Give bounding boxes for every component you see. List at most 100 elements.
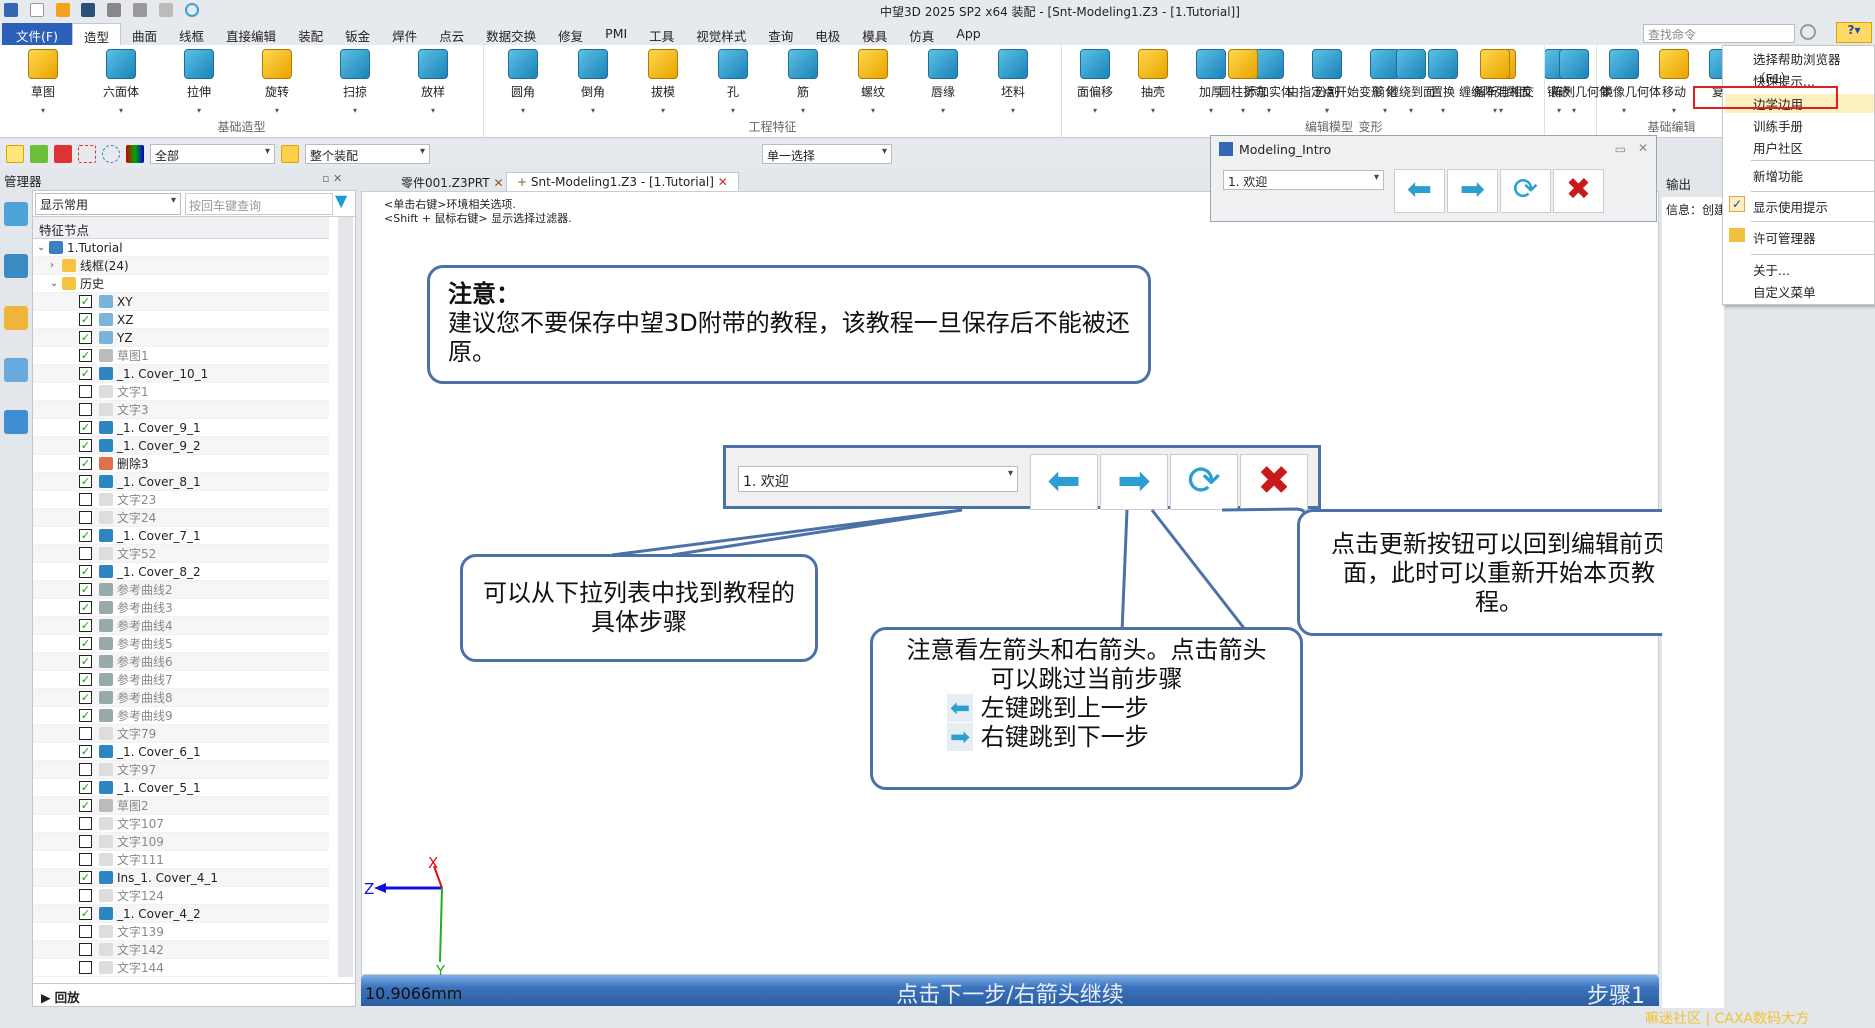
visibility-checkbox[interactable]: ✓: [79, 295, 92, 308]
menu-tab[interactable]: 点云: [428, 23, 475, 45]
ribbon-button[interactable]: 阵列几何体 ▾: [1551, 49, 1611, 115]
menu-tab[interactable]: 修复: [547, 23, 594, 45]
visibility-checkbox[interactable]: [79, 961, 92, 974]
visibility-checkbox[interactable]: ✓: [79, 619, 92, 632]
ribbon-button[interactable]: 移动 ▾: [1651, 49, 1697, 115]
show-filter-select[interactable]: 显示常用: [35, 193, 181, 215]
3d-viewport[interactable]: <单击右键>环境相关选项. <Shift + 鼠标右键> 显示选择过滤器. 注意…: [361, 191, 1701, 976]
tree-row[interactable]: 文字3: [33, 401, 329, 419]
menu-tab[interactable]: 工具: [638, 23, 685, 45]
tree-row[interactable]: ✓ _1. Cover_7_1: [33, 527, 329, 545]
tree-row[interactable]: 文字139: [33, 923, 329, 941]
ribbon-button[interactable]: 抽壳 ▾: [1126, 49, 1180, 115]
dropdown-arrow-icon[interactable]: ▾: [1068, 106, 1122, 115]
visibility-checkbox[interactable]: ✓: [79, 439, 92, 452]
visibility-checkbox[interactable]: [79, 925, 92, 938]
dropdown-arrow-icon[interactable]: ▾: [1601, 106, 1647, 115]
menu-tab[interactable]: 仿真: [898, 23, 945, 45]
menu-tab[interactable]: 造型: [72, 23, 122, 45]
comment-icon[interactable]: ▭: [1615, 142, 1626, 156]
part-icon[interactable]: [4, 306, 28, 330]
history-icon[interactable]: [4, 254, 28, 278]
ribbon-button[interactable]: 圆角 ▾: [490, 49, 556, 115]
tree-row[interactable]: ✓ 删除3: [33, 455, 329, 473]
dropdown-arrow-icon[interactable]: ▾: [1651, 106, 1697, 115]
save-icon[interactable]: [81, 3, 96, 17]
dropdown-arrow-icon[interactable]: ▾: [1371, 106, 1451, 115]
ribbon-button[interactable]: 倒角 ▾: [560, 49, 626, 115]
menu-tab[interactable]: App: [945, 23, 991, 45]
box-select-icon[interactable]: [78, 145, 96, 163]
user-icon[interactable]: [4, 410, 28, 434]
help-menu-item[interactable]: 显示使用提示: [1753, 197, 1828, 216]
ribbon-button[interactable]: 坯料 ▾: [980, 49, 1046, 115]
tree-row[interactable]: ✓ _1. Cover_8_1: [33, 473, 329, 491]
tree-row[interactable]: ✓ _1. Cover_9_1: [33, 419, 329, 437]
dropdown-arrow-icon[interactable]: ▾: [396, 106, 470, 115]
refresh-icon[interactable]: [184, 3, 199, 17]
ribbon-button[interactable]: 旋转 ▾: [240, 49, 314, 115]
expand-toggle-icon[interactable]: ⌄: [50, 278, 58, 289]
ribbon-button[interactable]: 拉伸 ▾: [162, 49, 236, 115]
menu-tab[interactable]: 钣金: [334, 23, 381, 45]
ribbon-button[interactable]: 螺纹 ▾: [840, 49, 906, 115]
dropdown-arrow-icon[interactable]: ▾: [770, 106, 836, 115]
filter-icon[interactable]: [126, 145, 144, 163]
menu-tab[interactable]: 视觉样式: [685, 23, 757, 45]
visibility-checkbox[interactable]: ✓: [79, 691, 92, 704]
dropdown-arrow-icon[interactable]: ▾: [318, 106, 392, 115]
tree-row[interactable]: ✓ _1. Cover_9_2: [33, 437, 329, 455]
visibility-checkbox[interactable]: [79, 493, 92, 506]
menu-tab[interactable]: 电极: [804, 23, 851, 45]
tree-row[interactable]: ✓ _1. Cover_5_1: [33, 779, 329, 797]
tree-row[interactable]: ✓ 草图2: [33, 797, 329, 815]
dropdown-arrow-icon[interactable]: ▾: [700, 106, 766, 115]
dropdown-arrow-icon[interactable]: ▾: [240, 106, 314, 115]
visibility-checkbox[interactable]: ✓: [79, 475, 92, 488]
tree-row[interactable]: ✓ _1. Cover_10_1: [33, 365, 329, 383]
ribbon-button[interactable]: 缠绕阵列到面 ▾: [1455, 49, 1535, 115]
ribbon-button[interactable]: 面偏移 ▾: [1068, 49, 1122, 115]
help-menu-item[interactable]: 用户社区: [1753, 138, 1803, 157]
redo-icon[interactable]: [158, 3, 173, 17]
expand-toggle-icon[interactable]: ⌄: [37, 242, 45, 253]
open-icon[interactable]: [55, 3, 70, 17]
visibility-checkbox[interactable]: ✓: [79, 871, 92, 884]
tree-row[interactable]: 文字52: [33, 545, 329, 563]
ribbon-button[interactable]: 缠绕到面 ▾: [1371, 49, 1451, 115]
tree-row[interactable]: ✓ 参考曲线2: [33, 581, 329, 599]
ribbon-button[interactable]: 圆柱折弯 ▾: [1203, 49, 1283, 115]
close-icon[interactable]: ✕: [493, 176, 503, 190]
ribbon-button[interactable]: 放样 ▾: [396, 49, 470, 115]
tree-row[interactable]: ✓ 参考曲线8: [33, 689, 329, 707]
dropdown-arrow-icon[interactable]: ▾: [6, 106, 80, 115]
menu-tab[interactable]: 文件(F): [2, 23, 72, 45]
help-menu-item[interactable]: 许可管理器: [1753, 228, 1816, 247]
visibility-checkbox[interactable]: ✓: [79, 637, 92, 650]
visibility-checkbox[interactable]: ✓: [79, 457, 92, 470]
help-button[interactable]: ?▾: [1836, 22, 1872, 43]
panel-close-icon[interactable]: ▫ ✕: [322, 172, 342, 185]
undo-icon[interactable]: [133, 3, 148, 17]
tree-row[interactable]: ✓ Ins_1. Cover_4_1: [33, 869, 329, 887]
tree-row[interactable]: ✓ 参考曲线3: [33, 599, 329, 617]
tree-row[interactable]: 文字109: [33, 833, 329, 851]
close-tutorial-button[interactable]: ✖: [1553, 169, 1604, 213]
filter-select[interactable]: 全部: [150, 144, 275, 164]
intro-step-select[interactable]: 1. 欢迎: [1223, 170, 1384, 190]
tree-row[interactable]: ✓ 参考曲线4: [33, 617, 329, 635]
lasso-icon[interactable]: [102, 145, 120, 163]
visibility-checkbox[interactable]: ✓: [79, 367, 92, 380]
dropdown-arrow-icon[interactable]: ▾: [1203, 106, 1283, 115]
funnel-icon[interactable]: ▼: [335, 191, 353, 216]
tree-row[interactable]: ⌄ 1.Tutorial: [33, 239, 329, 257]
dropdown-arrow-icon[interactable]: ▾: [1287, 106, 1367, 115]
visibility-checkbox[interactable]: [79, 547, 92, 560]
tree-row[interactable]: ✓ 参考曲线6: [33, 653, 329, 671]
reset-step-button[interactable]: ⟳: [1500, 169, 1551, 213]
tree-row[interactable]: 文字107: [33, 815, 329, 833]
ribbon-button[interactable]: 镜像几何体 ▾: [1601, 49, 1661, 115]
intro-close-icon[interactable]: ✕: [1638, 141, 1648, 155]
assembly-tree-icon[interactable]: [4, 202, 28, 226]
dropdown-arrow-icon[interactable]: ▾: [630, 106, 696, 115]
